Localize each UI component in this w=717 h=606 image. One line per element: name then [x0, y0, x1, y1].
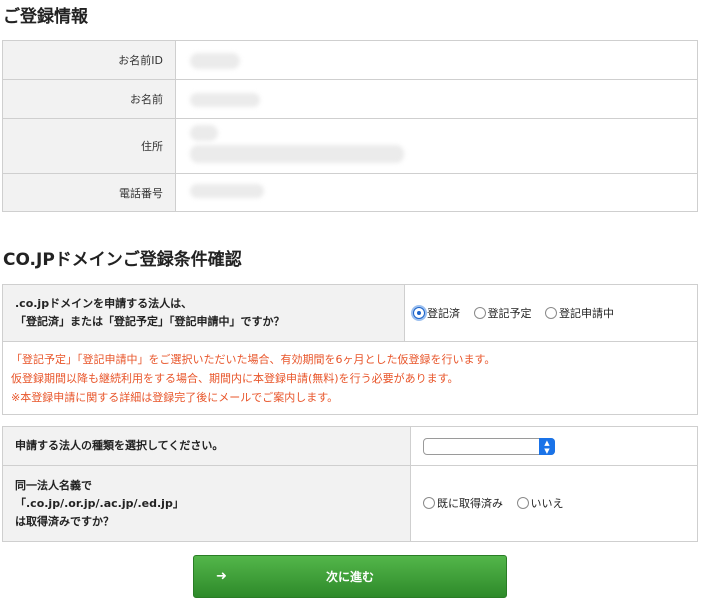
arrow-right-icon: ➜	[216, 569, 227, 584]
address-value	[175, 118, 698, 174]
name-id-label: お名前ID	[2, 40, 176, 80]
table-row: 「登記予定」「登記申請中」をご選択いただいた場合、有効期間を6ヶ月とした仮登録を…	[2, 341, 698, 415]
question-line: 同一法人名義で	[15, 478, 92, 492]
conditions-table: .co.jpドメインを申請する法人は、 「登記済」または「登記予定」「登記申請中…	[2, 284, 698, 415]
table-row: お名前ID	[2, 40, 698, 80]
question-line: 「.co.jp/.or.jp/.ac.jp/.ed.jp」	[15, 496, 184, 510]
same-name-options: 既に取得済み いいえ	[410, 465, 698, 542]
corporation-type-select[interactable]: ▲ ▼	[423, 437, 555, 455]
radio-label: 登記済	[427, 306, 460, 320]
radio-already-acquired[interactable]: 既に取得済み	[423, 495, 503, 511]
radio-circle-icon[interactable]	[473, 306, 486, 319]
corporation-type-cell: ▲ ▼	[410, 426, 698, 466]
table-row: お名前	[2, 79, 698, 119]
notice-line: 「登記予定」「登記申請中」をご選択いただいた場合、有効期間を6ヶ月とした仮登録を…	[11, 352, 496, 366]
question-line: 「登記済」または「登記予定」「登記申請中」ですか？	[15, 315, 285, 328]
same-name-question: 同一法人名義で 「.co.jp/.or.jp/.ac.jp/.ed.jp」 は取…	[2, 465, 411, 542]
corporation-table: 申請する法人の種類を選択してください。 ▲ ▼ 同一法人名義で 「.co.jp/.…	[2, 426, 698, 542]
radio-circle-icon[interactable]	[516, 497, 529, 509]
redacted-value	[190, 93, 260, 107]
question-line: .co.jpドメインを申請する法人は、	[15, 297, 193, 310]
name-id-value	[175, 40, 698, 80]
radio-label: いいえ	[530, 497, 564, 510]
radio-circle-icon[interactable]	[413, 306, 425, 319]
table-row: .co.jpドメインを申請する法人は、 「登記済」または「登記予定」「登記申請中…	[2, 284, 698, 342]
radio-circle-icon[interactable]	[423, 497, 435, 509]
radio-planned[interactable]: 登記予定	[473, 305, 532, 321]
notice-line: 仮登録期間以降も継続利用をする場合、期間内に本登録申請(無料)を行う必要がありま…	[11, 371, 459, 385]
radio-registered[interactable]: 登記済	[413, 305, 460, 321]
table-row: 同一法人名義で 「.co.jp/.or.jp/.ac.jp/.ed.jp」 は取…	[2, 465, 698, 542]
registration-status-options: 登記済 登記予定 登記申請中	[404, 284, 698, 342]
select-arrows-icon[interactable]: ▲ ▼	[539, 437, 555, 455]
notice-line: ※本登録申請に関する詳細は登録完了後にメールでご案内します。	[11, 390, 339, 404]
radio-pending[interactable]: 登記申請中	[545, 305, 614, 321]
registration-status-question: .co.jpドメインを申請する法人は、 「登記済」または「登記予定」「登記申請中…	[2, 284, 405, 342]
registration-table: お名前ID お名前 住所 電話番号	[2, 40, 698, 212]
table-row: 電話番号	[2, 173, 698, 212]
name-label: お名前	[2, 79, 176, 119]
redacted-value	[190, 125, 218, 141]
redacted-value	[190, 53, 240, 69]
address-label: 住所	[2, 118, 176, 174]
registration-title: ご登録情報	[3, 7, 88, 27]
name-value	[175, 79, 698, 119]
table-row: 申請する法人の種類を選択してください。 ▲ ▼	[2, 426, 698, 466]
radio-label: 既に取得済み	[437, 497, 503, 510]
table-row: 住所	[2, 118, 698, 174]
radio-no[interactable]: いいえ	[516, 495, 564, 511]
next-button[interactable]: ➜ 次に進む	[193, 555, 507, 598]
redacted-value	[190, 145, 404, 163]
phone-value	[175, 173, 698, 212]
conditions-title: CO.JPドメインご登録条件確認	[3, 250, 242, 270]
next-button-label: 次に進む	[325, 570, 374, 584]
phone-label: 電話番号	[2, 173, 176, 212]
redacted-value	[190, 184, 264, 198]
radio-label: 登記予定	[487, 306, 532, 320]
question-line: は取得済みですか？	[15, 514, 114, 528]
radio-circle-icon[interactable]	[545, 306, 557, 319]
corporation-type-question: 申請する法人の種類を選択してください。	[2, 426, 411, 466]
provisional-registration-notice: 「登記予定」「登記申請中」をご選択いただいた場合、有効期間を6ヶ月とした仮登録を…	[2, 341, 698, 415]
radio-label: 登記申請中	[559, 306, 614, 320]
